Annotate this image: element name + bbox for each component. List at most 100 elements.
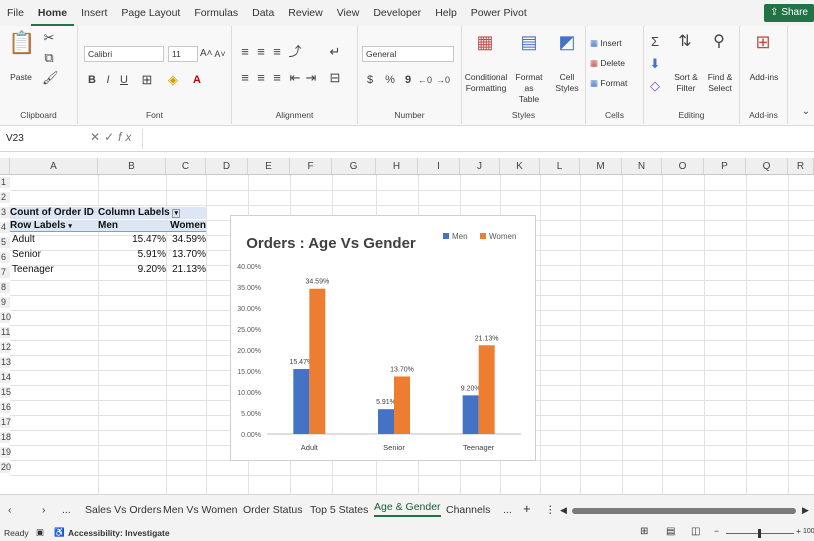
zoom-slider-thumb[interactable] (758, 529, 761, 538)
horizontal-scrollbar[interactable] (572, 508, 796, 514)
more-sheets-left[interactable]: ... (62, 504, 71, 516)
zoom-out-icon[interactable]: − (714, 526, 719, 536)
tab-men-vs-women[interactable]: Men Vs Women (163, 504, 238, 516)
fill-color-icon[interactable]: ◈ (166, 72, 180, 88)
middle-align-icon[interactable]: ≡ (254, 44, 268, 60)
orders-chart[interactable]: Orders : Age Vs Gender Men Women 0.00% 5.… (230, 215, 536, 461)
fill-icon[interactable]: ⬇ (648, 56, 662, 72)
column-header[interactable]: I (418, 158, 460, 175)
menu-view[interactable]: View (330, 0, 367, 26)
decrease-indent-icon[interactable]: ⇤ (288, 70, 302, 86)
row-header[interactable]: 17 (0, 417, 11, 428)
cut-icon[interactable]: ✂ (42, 30, 56, 46)
row-header[interactable]: 8 (0, 282, 10, 293)
autosum-icon[interactable]: Σ (648, 34, 662, 50)
column-header[interactable]: A (10, 158, 98, 175)
row-header[interactable]: 14 (0, 372, 11, 383)
pivot-row-label[interactable]: Adult (12, 234, 35, 245)
column-header[interactable]: P (704, 158, 746, 175)
column-header[interactable]: C (166, 158, 206, 175)
menu-insert[interactable]: Insert (74, 0, 114, 26)
column-header[interactable]: H (376, 158, 418, 175)
prev-sheet-icon[interactable]: ‹ (8, 504, 12, 516)
accessibility-status[interactable]: Accessibility: Investigate (68, 528, 170, 538)
next-sheet-icon[interactable]: › (42, 504, 46, 516)
format-cells-button[interactable]: ▦ Format (590, 78, 640, 89)
row-header[interactable]: 11 (0, 327, 10, 338)
row-header[interactable]: 16 (0, 402, 11, 413)
menu-review[interactable]: Review (281, 0, 329, 26)
row-header[interactable]: 10 (0, 312, 11, 323)
addins-button[interactable]: Add-ins (742, 72, 786, 83)
align-right-icon[interactable]: ≡ (270, 70, 284, 86)
column-header[interactable]: J (460, 158, 500, 175)
tab-channels[interactable]: Channels (446, 504, 490, 516)
menu-help[interactable]: Help (428, 0, 464, 26)
comma-button[interactable]: 9 (402, 72, 414, 88)
merge-center-icon[interactable]: ⊟ (328, 70, 342, 86)
more-sheets-right[interactable]: ... (503, 504, 512, 516)
insert-cells-button[interactable]: ▦ Insert (590, 38, 640, 49)
row-header[interactable]: 19 (0, 447, 11, 458)
row-header[interactable]: 3 (0, 207, 10, 218)
percent-button[interactable]: % (384, 72, 396, 88)
conditional-formatting-icon[interactable]: ▦ (474, 33, 496, 51)
column-header[interactable]: M (580, 158, 622, 175)
pivot-cell-men[interactable]: 15.47% (100, 234, 166, 245)
hscroll-right-icon[interactable]: ▶ (802, 505, 809, 516)
borders-icon[interactable]: ⊞ (140, 72, 154, 88)
format-as-table-icon[interactable]: ▤ (518, 33, 540, 51)
row-header[interactable]: 13 (0, 357, 11, 368)
row-header[interactable]: 1 (0, 177, 10, 188)
menu-home[interactable]: Home (30, 2, 75, 26)
pivot-header-count[interactable]: Count of Order ID (10, 207, 98, 219)
menu-power-pivot[interactable]: Power Pivot (464, 0, 534, 26)
bold-button[interactable]: B (86, 72, 98, 88)
column-header[interactable]: R (788, 158, 814, 175)
zoom-in-icon[interactable]: + (796, 526, 801, 536)
ribbon-collapse-icon[interactable]: ⌄ (800, 104, 812, 120)
pivot-col-men[interactable]: Men (98, 220, 166, 232)
pivot-cell-women[interactable]: 13.70% (166, 249, 206, 260)
column-header[interactable]: O (662, 158, 704, 175)
menu-developer[interactable]: Developer (366, 0, 428, 26)
increase-indent-icon[interactable]: ⇥ (304, 70, 318, 86)
wrap-text-icon[interactable]: ↵ (328, 44, 342, 60)
row-filter-icon[interactable]: ▾ (68, 223, 72, 230)
page-break-view-icon[interactable]: ◫ (691, 526, 700, 537)
row-header[interactable]: 7 (0, 267, 10, 278)
row-header[interactable]: 20 (0, 462, 11, 473)
accessibility-icon[interactable]: ♿ (54, 527, 65, 538)
column-header[interactable]: F (290, 158, 332, 175)
paste-button[interactable]: Paste (4, 72, 38, 83)
column-header[interactable]: E (248, 158, 290, 175)
font-size-select[interactable]: 11 (168, 46, 198, 62)
tab-options-icon[interactable]: ⋮ (545, 504, 556, 516)
menu-file[interactable]: File (0, 0, 31, 26)
filter-dropdown-icon[interactable]: ▾ (172, 209, 180, 218)
sort-filter-button[interactable]: Sort & Filter (668, 72, 704, 94)
format-as-table-button[interactable]: Format as Table (510, 72, 548, 105)
italic-button[interactable]: I (102, 72, 114, 88)
row-header[interactable]: 4 (0, 222, 10, 233)
tab-top-5-states[interactable]: Top 5 States (310, 504, 368, 516)
normal-view-icon[interactable]: ⊞ (640, 526, 648, 537)
cell-styles-icon[interactable]: ◩ (556, 33, 578, 51)
menu-page-layout[interactable]: Page Layout (114, 0, 187, 26)
pivot-cell-women[interactable]: 34.59% (166, 234, 206, 245)
share-button[interactable]: ⇪ Share (764, 4, 814, 22)
pivot-row-label[interactable]: Teenager (12, 264, 54, 275)
grow-font-button[interactable]: A˄ (200, 46, 213, 62)
page-layout-view-icon[interactable]: ▤ (666, 526, 675, 537)
column-header[interactable]: N (622, 158, 662, 175)
bottom-align-icon[interactable]: ≡ (270, 44, 284, 60)
row-header[interactable]: 9 (0, 297, 10, 308)
column-header[interactable]: D (206, 158, 248, 175)
underline-button[interactable]: U (118, 72, 130, 88)
menu-data[interactable]: Data (245, 0, 281, 26)
font-name-select[interactable]: Calibri (84, 46, 164, 62)
align-left-icon[interactable]: ≡ (238, 70, 252, 86)
copy-icon[interactable]: ⧉ (42, 50, 56, 66)
zoom-level[interactable]: 100 (803, 528, 814, 535)
row-header[interactable]: 12 (0, 342, 11, 353)
